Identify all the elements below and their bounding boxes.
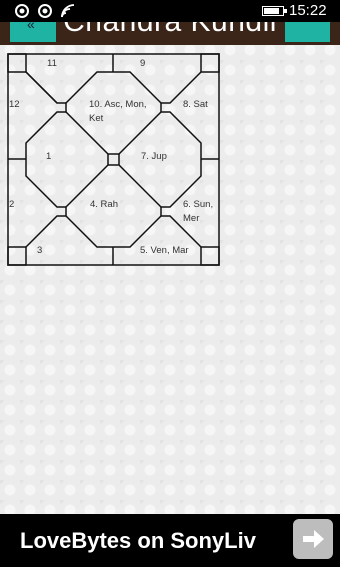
ad-arrow-button[interactable]: [293, 519, 333, 559]
house-7-label: 7. Jup: [141, 151, 167, 162]
house-1-label: 1: [46, 151, 52, 162]
house-10-label: 10. Asc, Mon, Ket: [89, 99, 147, 124]
house-2-label: 2: [9, 199, 15, 210]
ad-banner[interactable]: LoveBytes on SonyLiv: [0, 514, 340, 567]
notification-icon: [38, 4, 52, 18]
house-5-label: 5. Ven, Mar: [140, 245, 189, 256]
ad-text: LoveBytes on SonyLiv: [20, 528, 256, 553]
menu-button[interactable]: [285, 22, 330, 42]
notification-icon: [15, 4, 29, 18]
status-time: 15:22: [289, 2, 327, 19]
house-11-label: 11: [47, 58, 57, 69]
status-bar: 15:22: [0, 0, 340, 22]
house-12-label: 12: [9, 99, 20, 110]
arrow-right-icon: [303, 530, 324, 548]
house-9-label: 9: [140, 58, 146, 69]
house-4-label: 4. Rah: [90, 199, 118, 210]
house-3-label: 3: [37, 245, 43, 256]
battery-icon: [262, 6, 287, 16]
house-6-label: 6. Sun, Mer: [183, 199, 214, 224]
house-8-label: 8. Sat: [183, 99, 208, 110]
kundli-chart: 11 9 12 10. Asc, Mon, Ket 8. Sat 1 7. Ju…: [7, 53, 220, 266]
app-bar: « Chandra Kundli: [0, 22, 340, 45]
kundli-chart-lines: [7, 53, 220, 266]
wifi-icon: [61, 4, 75, 18]
